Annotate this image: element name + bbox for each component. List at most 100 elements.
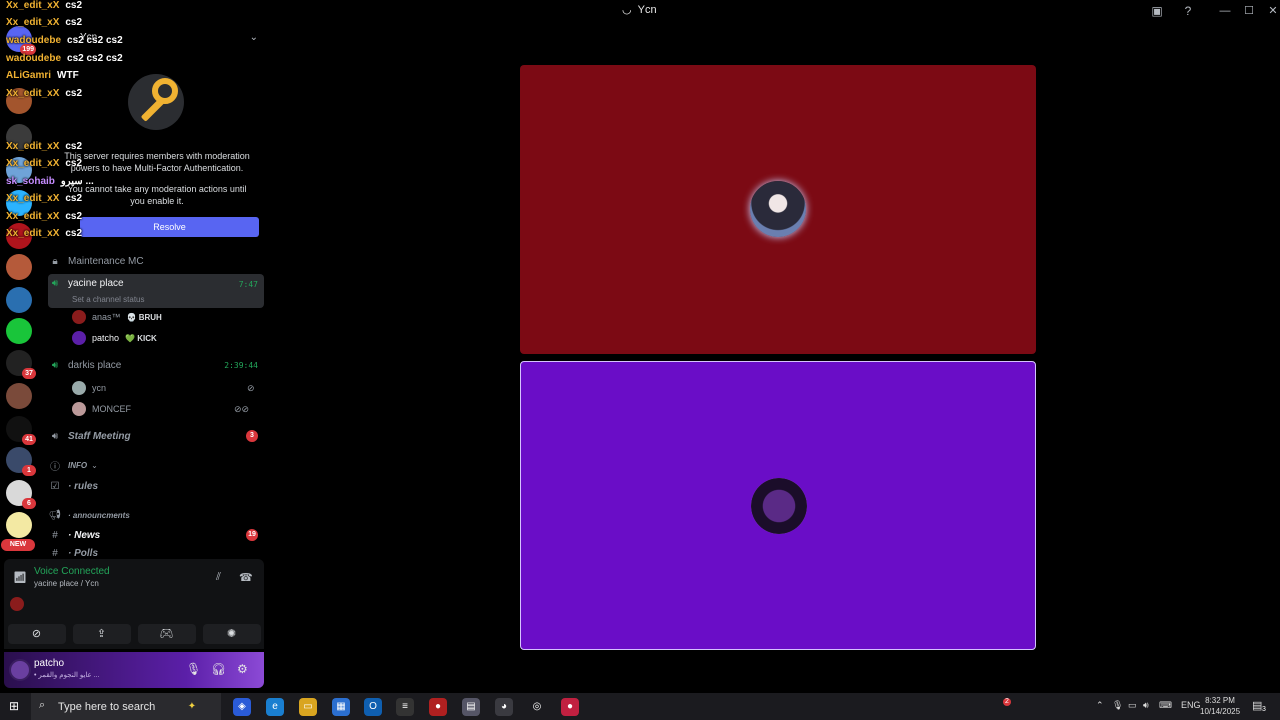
lock-icon: 🔒︎ (52, 255, 58, 267)
soundboard-icon[interactable]: ✺ (202, 624, 261, 644)
mention-badge: 1 (22, 465, 36, 476)
set-status-link[interactable]: Set a channel status (72, 295, 145, 304)
participant-avatar (750, 181, 806, 237)
overlay-message: Xx_edit_xX cs2 (6, 193, 83, 204)
channel-news[interactable]: # · News 19 (48, 525, 264, 545)
outlook-icon[interactable]: O (364, 698, 382, 716)
windows-taskbar: ⊞ ⌕ Type here to search ✦ ◈ e ▭ ▦ O ≡ ● … (0, 693, 1280, 720)
channel-name: darkis place (68, 359, 122, 371)
checkbox-icon: ☑ (50, 480, 60, 492)
server-avatar[interactable]: 41 (6, 416, 36, 445)
unread-badge: 3 (246, 430, 258, 442)
server-avatar[interactable] (6, 383, 32, 409)
help-icon[interactable]: ? (1180, 3, 1196, 19)
chevron-up-icon[interactable]: ⌃ (1096, 700, 1104, 711)
signal-icon: 📶︎ (13, 572, 27, 584)
app-icon[interactable]: ▤ (462, 698, 480, 716)
display-icon[interactable]: ▭ (1128, 700, 1137, 711)
megaphone-icon: 📢︎ (48, 509, 62, 521)
voice-member[interactable]: patcho 💚 KICK (72, 329, 157, 347)
avatar[interactable] (9, 659, 31, 681)
server-avatar[interactable] (6, 512, 32, 538)
hash-icon: # (52, 548, 58, 558)
file-explorer-icon[interactable]: ▭ (299, 698, 317, 716)
channel-maintenance[interactable]: 🔒︎ Maintenance MC (48, 251, 264, 271)
microphone-icon[interactable]: 🎙︎ (186, 662, 201, 676)
channel-name: yacine place (68, 278, 124, 289)
username[interactable]: patcho (34, 658, 64, 669)
discord-icon[interactable]: ◕ (495, 698, 513, 716)
notification-badge: 2 (1003, 698, 1011, 706)
screen-share-icon[interactable]: ⇪ (72, 624, 131, 644)
user-panel: patcho • عايو النجوم والقمر ... 🎙︎ 🎧︎ ⚙ (4, 652, 264, 688)
category-info[interactable]: ⓘ INFO ⌄ (48, 457, 264, 473)
server-avatar[interactable]: 1 (6, 447, 36, 476)
mic-icon[interactable]: 🎙︎ (1112, 700, 1123, 711)
voice-location[interactable]: yacine place / Ycn (34, 579, 99, 588)
voice-status[interactable]: Voice Connected (34, 566, 110, 577)
volume-icon[interactable]: 🔊︎ (1143, 700, 1149, 711)
headphones-icon[interactable]: 🎧︎ (211, 662, 226, 676)
app-icon[interactable]: ≡ (396, 698, 414, 716)
avatar (72, 331, 86, 345)
noise-suppression-icon[interactable]: ⫽ (216, 571, 221, 584)
server-avatar[interactable] (6, 318, 32, 344)
activity-tag: 💚 KICK (125, 333, 157, 343)
voice-channel-darkis[interactable]: 🔊︎ darkis place 2:39:44 (48, 355, 264, 375)
deafened-icon: ⊘⊘ (234, 403, 250, 414)
activity-icon[interactable]: 🎮︎ (137, 624, 196, 644)
gear-icon[interactable]: ⚙ (237, 662, 248, 676)
notification-count: 3 (1262, 706, 1266, 713)
new-badge: NEW (1, 539, 35, 551)
participant-tile[interactable] (520, 361, 1036, 650)
voice-channel-staff[interactable]: 🔊︎ Staff Meeting 3 (48, 426, 264, 446)
close-button[interactable]: ✕ (1263, 2, 1280, 20)
overlay-message: Xx_edit_xX cs2 (6, 17, 83, 28)
channel-rules[interactable]: ☑ · rules (48, 476, 264, 496)
keyboard-icon[interactable]: ⌨ (1159, 700, 1172, 711)
avatar[interactable] (10, 597, 24, 611)
voice-timer: 7:47 (238, 280, 258, 289)
server-avatar[interactable]: 6 (6, 480, 36, 509)
edge-icon[interactable]: e (266, 698, 284, 716)
voice-member[interactable]: ycn ⊘ (72, 379, 255, 397)
windows-start-icon[interactable]: ⊞ (9, 699, 23, 713)
speaker-icon: 🔊︎ (51, 430, 59, 442)
system-clock[interactable]: 8:32 PM 10/14/2025 (1200, 695, 1240, 717)
activity-tag: 💀 BRUH (126, 312, 162, 322)
voice-channel-yacine[interactable]: 🔊︎ yacine place 7:47 Set a channel statu… (48, 274, 264, 308)
app-icon[interactable]: ● (429, 698, 447, 716)
sparkle-icon[interactable]: ✦ (183, 698, 201, 716)
category-announcements[interactable]: 📢︎ · announcments (48, 507, 264, 523)
voice-member[interactable]: MONCEF ⊘⊘ (72, 400, 249, 418)
camera-off-icon[interactable]: ⊘ (7, 624, 66, 644)
app-icon[interactable]: ● (561, 698, 579, 716)
mention-badge: 41 (22, 434, 36, 445)
mention-badge: 6 (22, 498, 36, 509)
channel-name: Staff Meeting (68, 430, 131, 442)
chevron-down-icon[interactable]: ⌄ (250, 32, 258, 43)
inbox-icon[interactable]: ▣ (1149, 3, 1165, 19)
store-icon[interactable]: ▦ (332, 698, 350, 716)
participant-tile[interactable] (520, 65, 1036, 354)
unread-badge: 19 (246, 529, 258, 541)
channel-polls[interactable]: # · Polls (48, 548, 264, 558)
search-placeholder: Type here to search (58, 701, 156, 713)
window-title: ◡ Ycn (622, 3, 657, 17)
server-avatar[interactable] (6, 287, 32, 313)
search-icon: ⌕ (39, 699, 46, 711)
resolve-button[interactable]: Resolve (80, 217, 259, 237)
notifications-icon[interactable]: ▤ (1252, 699, 1262, 712)
voice-member[interactable]: anas™ 💀 BRUH (72, 308, 162, 326)
language-indicator[interactable]: ENG (1181, 700, 1201, 710)
overlay-message: Xx_edit_xX cs2 (6, 158, 83, 169)
server-avatar[interactable]: 37 (6, 350, 36, 379)
maximize-button[interactable]: ☐ (1239, 2, 1259, 20)
server-avatar[interactable] (6, 254, 32, 280)
copilot-icon[interactable]: ◈ (233, 698, 251, 716)
minimize-button[interactable]: — (1215, 2, 1235, 20)
disconnect-icon[interactable]: ☎ (239, 571, 253, 584)
app-icon[interactable]: ◎ (528, 698, 546, 716)
user-status: • عايو النجوم والقمر ... (34, 672, 100, 679)
overlay-message: sk_sohaib سيرو ... (6, 176, 94, 187)
